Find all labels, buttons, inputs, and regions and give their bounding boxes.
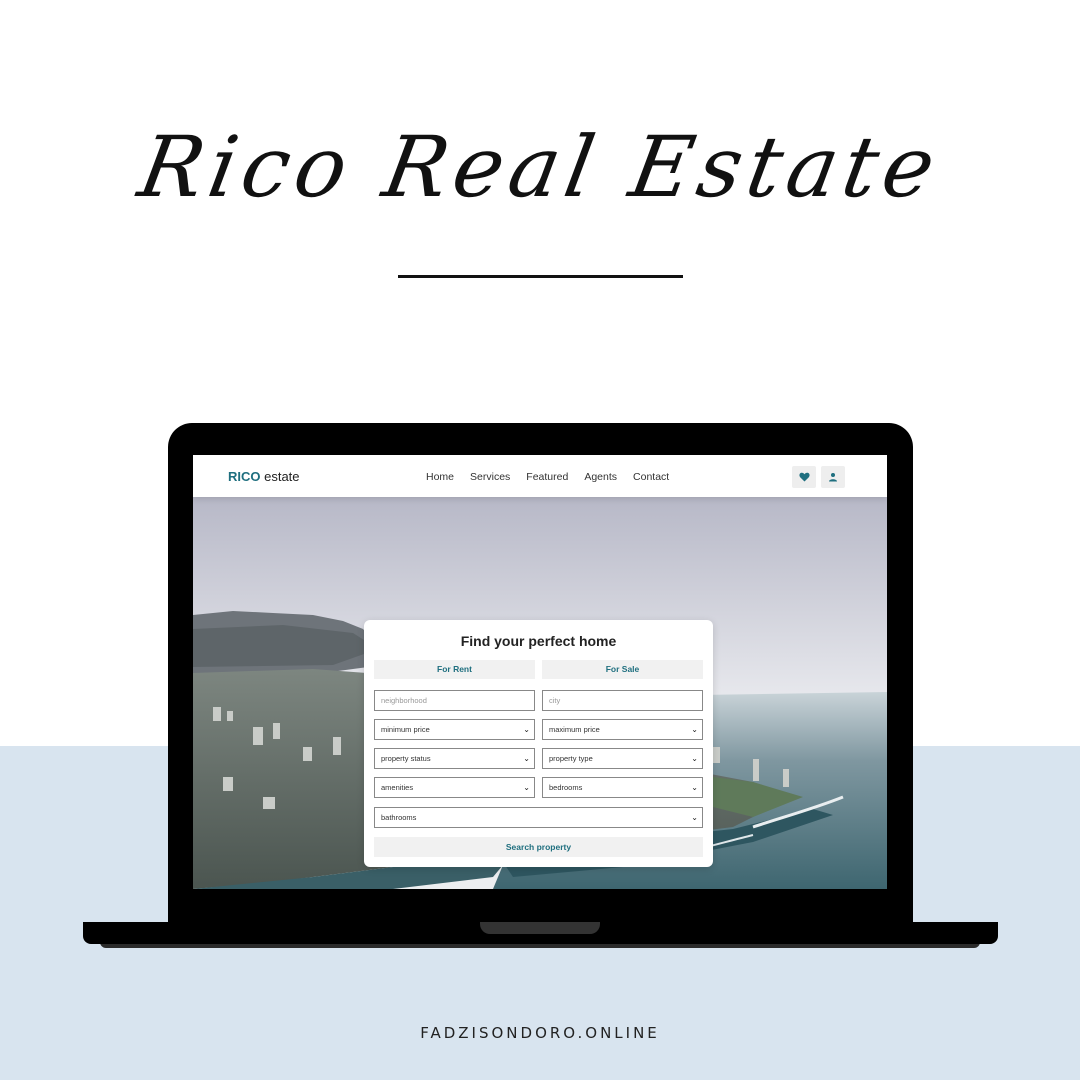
- search-property-button[interactable]: Search property: [374, 837, 703, 857]
- property-status-select[interactable]: property status ⌄: [374, 748, 535, 769]
- hero-image: Find your perfect home For Rent For Sale…: [193, 497, 887, 889]
- page-title: Rico Real Estate: [131, 118, 949, 216]
- bathrooms-select[interactable]: bathrooms ⌄: [374, 807, 703, 828]
- footer-website: FADZISONDORO.ONLINE: [420, 1024, 660, 1042]
- chevron-down-icon: ⌄: [523, 754, 530, 763]
- tab-for-rent[interactable]: For Rent: [374, 660, 535, 679]
- min-price-value: minimum price: [381, 725, 430, 734]
- nav-contact[interactable]: Contact: [633, 471, 669, 483]
- max-price-select[interactable]: maximum price ⌄: [542, 719, 703, 740]
- amenities-select[interactable]: amenities ⌄: [374, 777, 535, 798]
- chevron-down-icon: ⌄: [691, 813, 698, 822]
- user-icon: [829, 473, 837, 482]
- search-heading: Find your perfect home: [460, 633, 617, 649]
- site-logo[interactable]: RICO estate: [228, 469, 300, 484]
- chevron-down-icon: ⌄: [691, 783, 698, 792]
- heart-icon: [798, 472, 810, 482]
- nav-agents[interactable]: Agents: [584, 471, 617, 483]
- logo-accent: RICO: [228, 469, 261, 484]
- chevron-down-icon: ⌄: [523, 783, 530, 792]
- property-type-value: property type: [549, 754, 593, 763]
- nav-links: Home Services Featured Agents Contact: [426, 471, 669, 483]
- property-type-select[interactable]: property type ⌄: [542, 748, 703, 769]
- logo-text: estate: [260, 469, 300, 484]
- search-card: Find your perfect home For Rent For Sale…: [364, 620, 713, 867]
- title-underline: [398, 275, 683, 278]
- chevron-down-icon: ⌄: [691, 754, 698, 763]
- amenities-value: amenities: [381, 783, 414, 792]
- laptop-notch: [480, 922, 600, 934]
- property-status-value: property status: [381, 754, 431, 763]
- chevron-down-icon: ⌄: [523, 725, 530, 734]
- bathrooms-value: bathrooms: [381, 813, 417, 822]
- bedrooms-value: bedrooms: [549, 783, 583, 792]
- laptop-screen: RICO estate Home Services Featured Agent…: [193, 455, 887, 889]
- nav-home[interactable]: Home: [426, 471, 454, 483]
- favorites-button[interactable]: [792, 466, 816, 488]
- account-button[interactable]: [821, 466, 845, 488]
- nav-icons: [792, 466, 845, 488]
- city-input[interactable]: city: [542, 690, 703, 711]
- nav-featured[interactable]: Featured: [526, 471, 568, 483]
- bedrooms-select[interactable]: bedrooms ⌄: [542, 777, 703, 798]
- nav-services[interactable]: Services: [470, 471, 510, 483]
- site-navbar: RICO estate Home Services Featured Agent…: [193, 455, 887, 497]
- neighborhood-input[interactable]: neighborhood: [374, 690, 535, 711]
- max-price-value: maximum price: [549, 725, 600, 734]
- tab-for-sale[interactable]: For Sale: [542, 660, 703, 679]
- chevron-down-icon: ⌄: [691, 725, 698, 734]
- min-price-select[interactable]: minimum price ⌄: [374, 719, 535, 740]
